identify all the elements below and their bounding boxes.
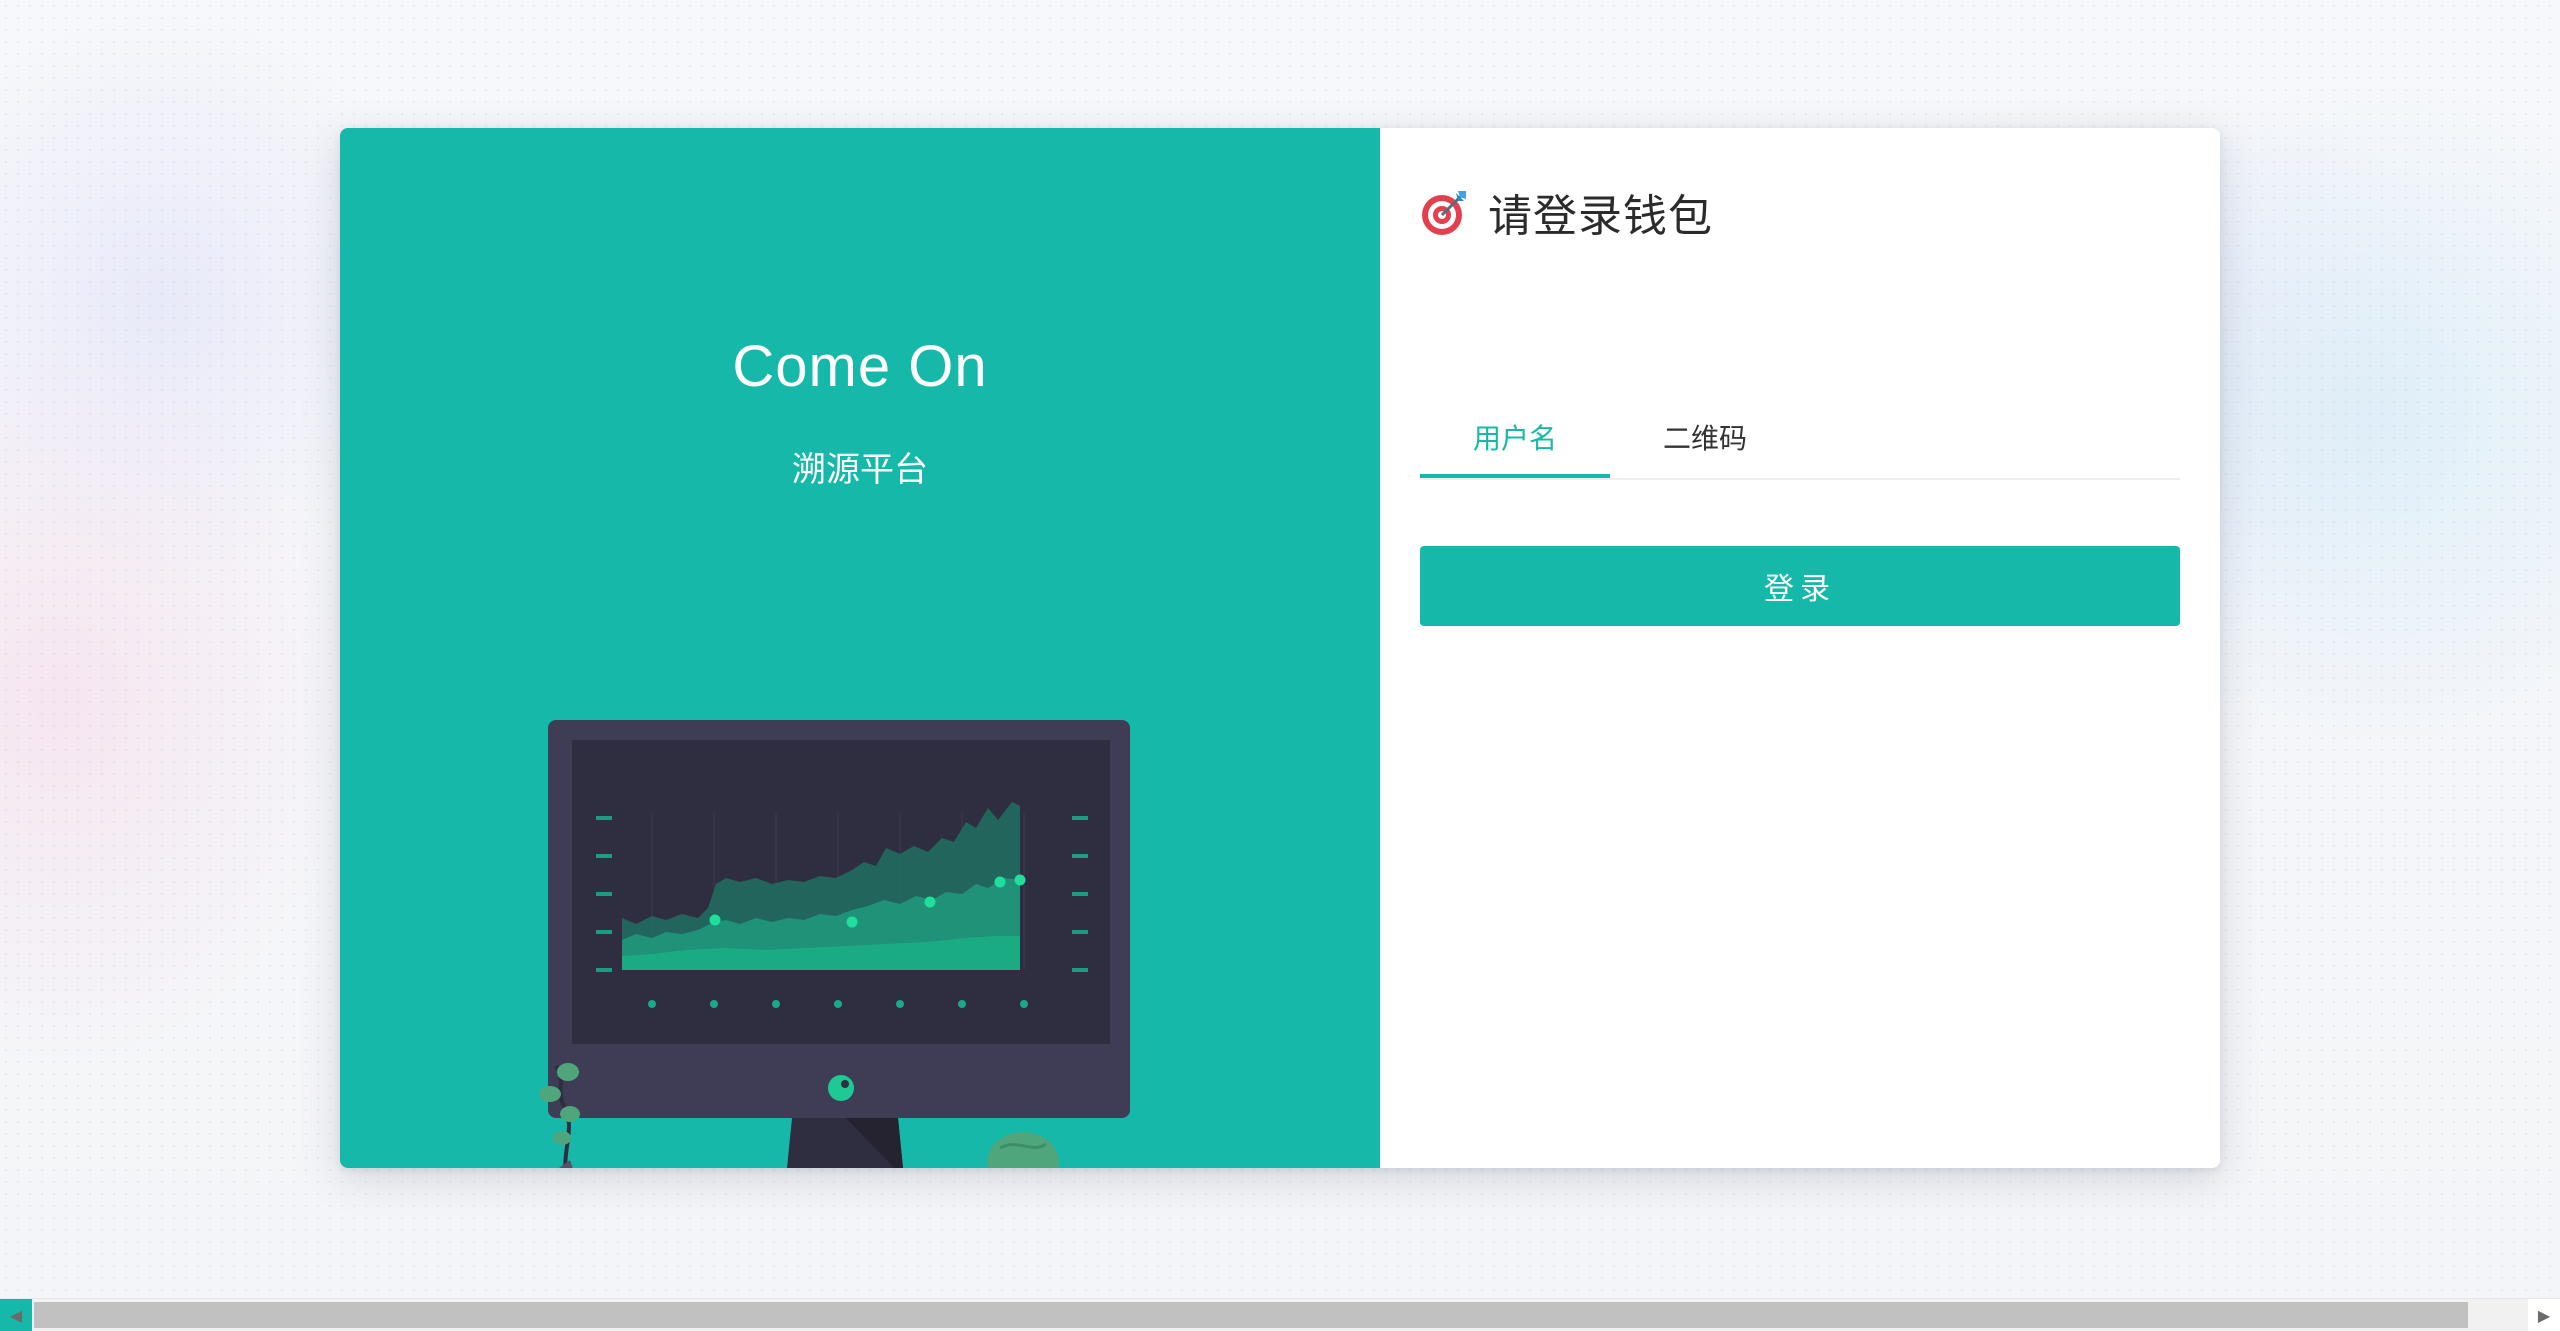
login-heading-text: 请登录钱包 <box>1488 191 1713 242</box>
welcome-title: Come On <box>732 334 988 399</box>
arrow-left-icon[interactable]: ◀ <box>0 1299 32 1331</box>
login-panel: 请登录钱包 用户名 二维码 登录 <box>1380 128 2220 1168</box>
tab-qrcode[interactable]: 二维码 <box>1610 398 1800 476</box>
monitor-chart-illustration <box>539 720 1130 1168</box>
login-heading: 请登录钱包 <box>1420 180 1713 244</box>
scrollbar-thumb[interactable] <box>34 1302 2468 1328</box>
tab-username[interactable]: 用户名 <box>1420 398 1610 478</box>
login-card: Come On 溯源平台 请登录钱包 用户名 二维码 登录 <box>340 128 2220 1168</box>
horizontal-scrollbar[interactable]: ◀ ▶ <box>0 1298 2560 1331</box>
login-tabs: 用户名 二维码 <box>1420 398 2180 480</box>
page-background: Come On 溯源平台 请登录钱包 用户名 二维码 登录 ◀ ▶ <box>0 0 2560 1331</box>
arrow-right-icon[interactable]: ▶ <box>2528 1299 2560 1331</box>
welcome-subtitle: 溯源平台 <box>792 450 928 490</box>
login-button[interactable]: 登录 <box>1420 546 2180 626</box>
welcome-panel: Come On 溯源平台 <box>340 128 1380 1168</box>
target-icon <box>1422 191 1466 235</box>
